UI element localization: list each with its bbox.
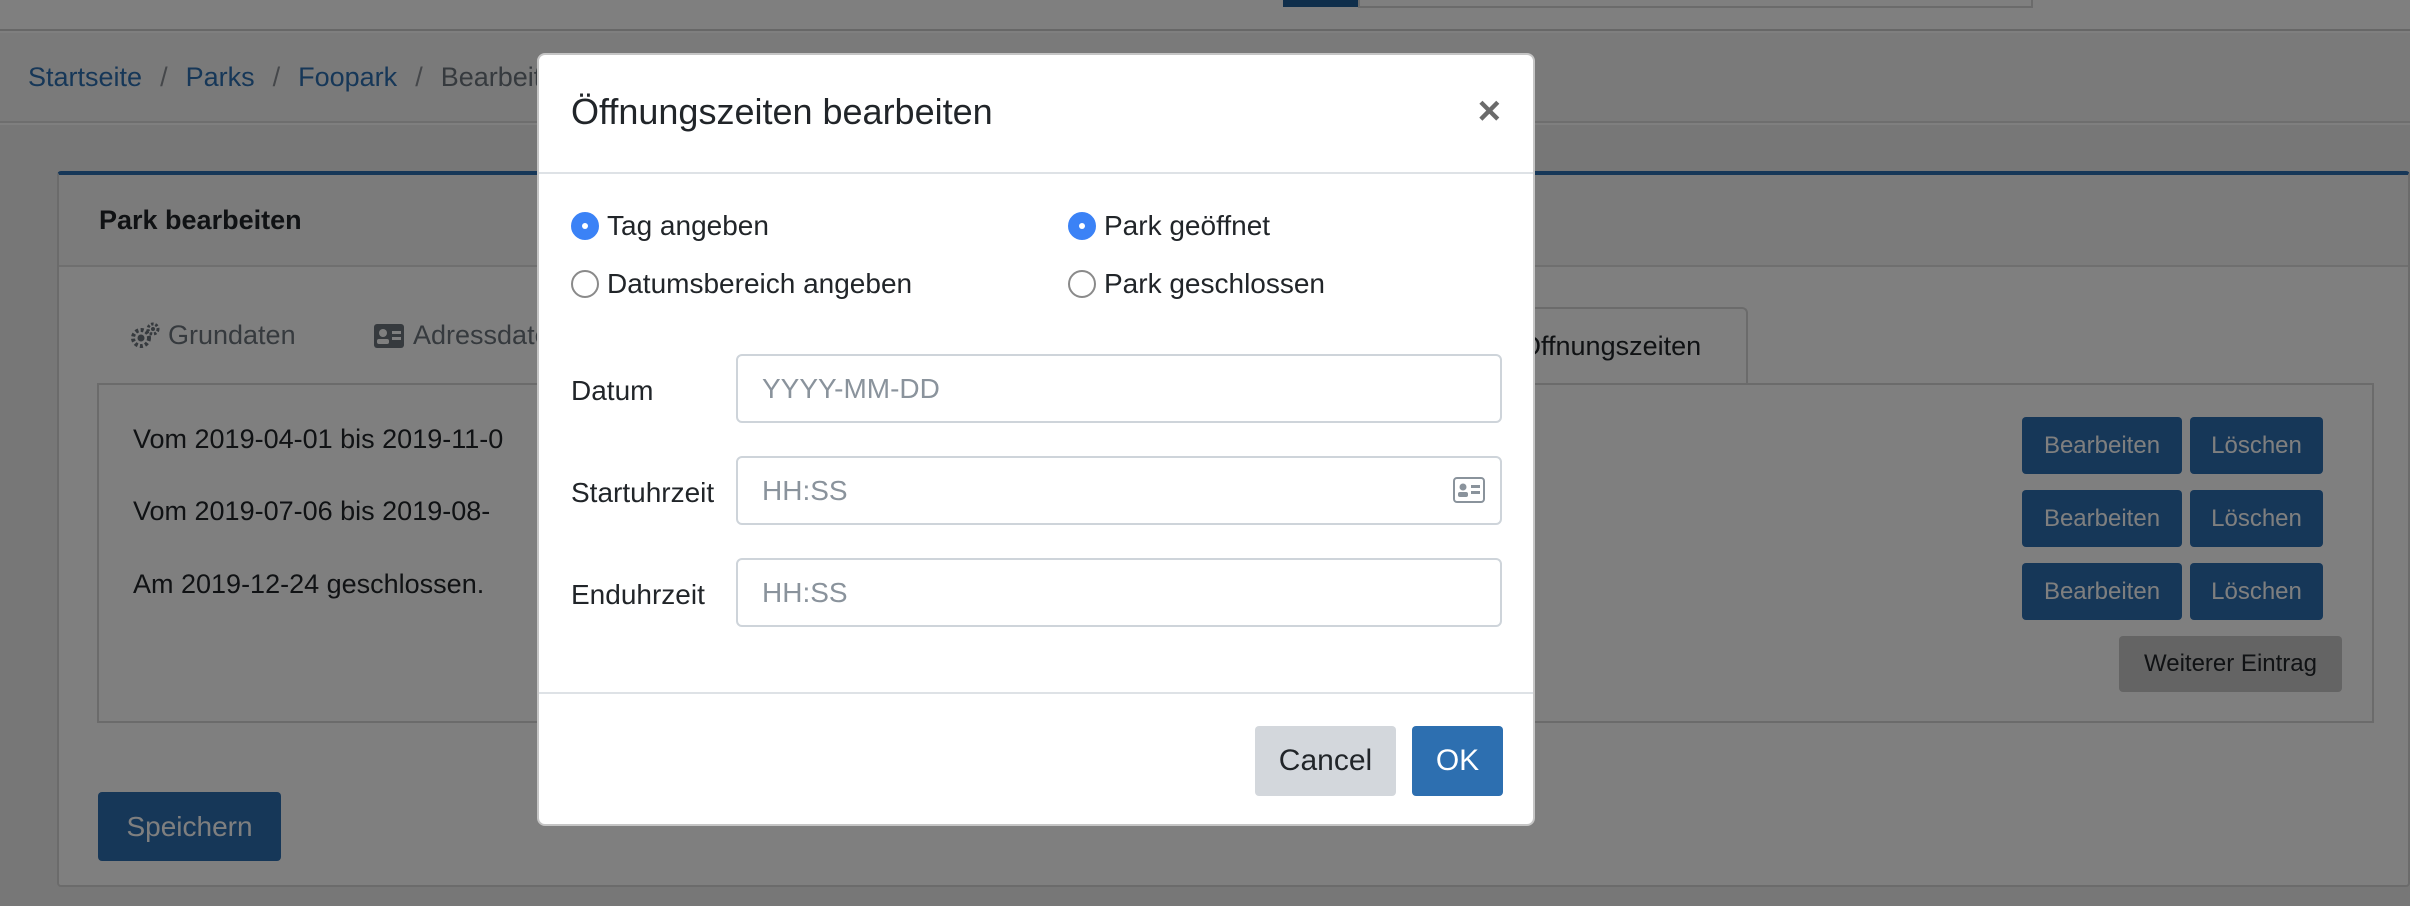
radio-button[interactable] xyxy=(1068,270,1096,298)
contact-card-icon[interactable] xyxy=(1453,477,1485,503)
date-label: Datum xyxy=(571,375,654,406)
opening-hours-modal: Öffnungszeiten bearbeiten × Tag angeben … xyxy=(537,53,1535,826)
modal-header: Öffnungszeiten bearbeiten × xyxy=(539,55,1533,174)
radio-park-geschlossen[interactable]: Park geschlossen xyxy=(1068,268,1325,300)
end-time-field[interactable] xyxy=(736,558,1502,627)
radio-label: Park geschlossen xyxy=(1104,268,1326,299)
close-icon[interactable]: × xyxy=(1478,91,1501,131)
cancel-button[interactable]: Cancel xyxy=(1255,726,1396,796)
start-time-field[interactable] xyxy=(736,456,1502,525)
radio-label: Tag angeben xyxy=(607,210,769,241)
radio-button[interactable] xyxy=(1068,212,1096,240)
radio-datumsbereich[interactable]: Datumsbereich angeben xyxy=(571,268,912,300)
modal-title: Öffnungszeiten bearbeiten xyxy=(571,91,993,132)
modal-footer-divider xyxy=(539,692,1533,694)
date-field[interactable] xyxy=(736,354,1502,423)
ok-button[interactable]: OK xyxy=(1412,726,1503,796)
radio-tag-angeben[interactable]: Tag angeben xyxy=(571,210,769,242)
radio-park-geoeffnet[interactable]: Park geöffnet xyxy=(1068,210,1270,242)
radio-button[interactable] xyxy=(571,212,599,240)
radio-label: Datumsbereich angeben xyxy=(607,268,913,299)
start-time-label: Startuhrzeit xyxy=(571,477,715,508)
radio-label: Park geöffnet xyxy=(1104,210,1271,241)
end-time-label: Enduhrzeit xyxy=(571,579,705,610)
radio-button[interactable] xyxy=(571,270,599,298)
